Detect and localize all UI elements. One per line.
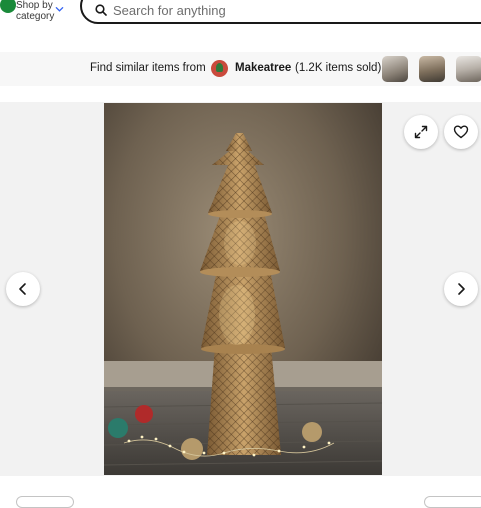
shop-by-category-button[interactable]: Shop by category [16,0,54,22]
expand-button[interactable] [404,115,438,149]
seller-items-sold: (1.2K items sold) [295,62,382,74]
search-icon [95,4,107,16]
search-placeholder: Search for anything [113,3,226,18]
product-photo[interactable] [104,103,382,475]
chevron-right-icon [458,283,465,295]
header: Shop by category Search for anything [0,0,481,44]
image-gallery [0,102,481,476]
similar-items-strip: Find similar items from Makeatree (1.2K … [0,52,481,86]
ebay-logo-fragment[interactable] [0,0,16,13]
footer-button[interactable] [16,496,74,508]
similar-item-thumbnail[interactable] [456,56,481,82]
similar-item-thumbnail[interactable] [419,56,445,82]
watchlist-button[interactable] [444,115,478,149]
search-input[interactable]: Search for anything [80,0,481,24]
similar-item-thumbnail[interactable] [382,56,408,82]
chevron-down-icon [55,7,64,12]
seller-name-link[interactable]: Makeatree [235,62,291,74]
footer-button[interactable] [424,496,481,508]
next-image-button[interactable] [444,272,478,306]
seller-avatar[interactable] [211,60,228,77]
expand-icon [414,125,428,139]
heart-icon [453,125,469,139]
chevron-left-icon [19,283,26,295]
similar-items-label: Find similar items from [90,62,206,74]
previous-image-button[interactable] [6,272,40,306]
